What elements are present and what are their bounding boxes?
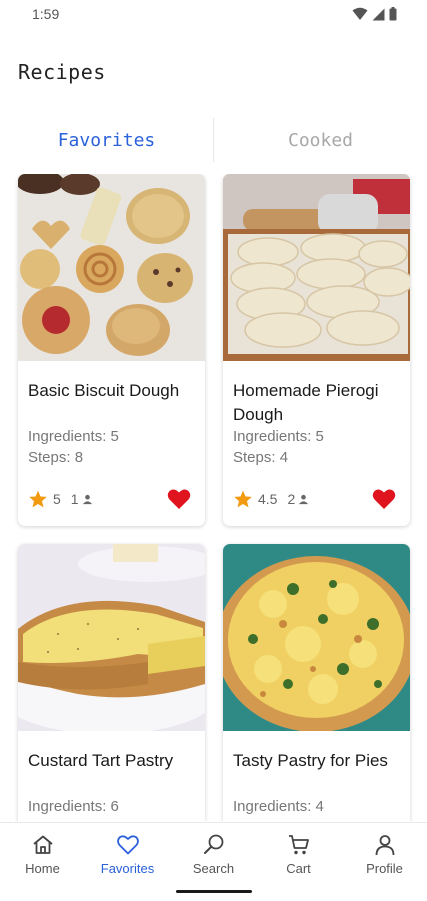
favorite-heart-button[interactable] bbox=[167, 488, 191, 510]
recipe-title: Homemade Pierogi Dough bbox=[233, 381, 379, 424]
person-icon bbox=[82, 494, 92, 504]
home-icon bbox=[32, 835, 53, 854]
tab-cooked-label: Cooked bbox=[287, 129, 354, 151]
rating-value: 5 bbox=[53, 491, 61, 507]
cooks-count: 1 bbox=[70, 491, 79, 507]
status-time: 1:59 bbox=[32, 6, 60, 22]
nav-home-label: Home bbox=[25, 861, 60, 876]
heart-icon bbox=[167, 489, 191, 509]
cooks-count: 2 bbox=[287, 491, 296, 507]
recipe-steps: Steps: 8 bbox=[28, 449, 84, 466]
recipe-ingredients: Ingredients: 5 bbox=[233, 428, 324, 445]
recipe-card[interactable]: Custard Tart Pastry Ingredients: 6 bbox=[18, 544, 205, 821]
battery-icon bbox=[389, 7, 397, 21]
recipe-grid: Basic Biscuit Dough Ingredients: 5 Steps… bbox=[0, 174, 427, 821]
recipe-ingredients: Ingredients: 6 bbox=[28, 798, 119, 815]
gesture-bar[interactable] bbox=[176, 890, 252, 893]
recipe-image-custard-tart bbox=[18, 544, 205, 731]
recipe-ingredients: Ingredients: 5 bbox=[28, 428, 119, 445]
wifi-icon bbox=[352, 7, 368, 20]
nav-favorites[interactable]: Favorites bbox=[85, 823, 170, 883]
nav-home[interactable]: Home bbox=[0, 823, 85, 883]
nav-favorites-label: Favorites bbox=[100, 861, 155, 876]
rating-value: 4.5 bbox=[258, 491, 278, 507]
recipe-card[interactable]: Basic Biscuit Dough Ingredients: 5 Steps… bbox=[18, 174, 205, 526]
recipe-ingredients: Ingredients: 4 bbox=[233, 798, 324, 815]
tab-bar: Favorites Cooked bbox=[0, 116, 427, 164]
cellular-signal-icon bbox=[372, 8, 385, 20]
heart-outline-icon bbox=[116, 835, 139, 855]
star-icon bbox=[234, 490, 252, 508]
nav-profile[interactable]: Profile bbox=[342, 823, 427, 883]
status-icons bbox=[352, 7, 397, 21]
cart-icon bbox=[288, 835, 309, 855]
nav-profile-label: Profile bbox=[366, 861, 403, 876]
tab-favorites-label: Favorites bbox=[57, 129, 156, 151]
nav-search-label: Search bbox=[192, 861, 235, 876]
favorite-heart-button[interactable] bbox=[372, 488, 396, 510]
nav-cart-label: Cart bbox=[286, 861, 311, 876]
nav-cart[interactable]: Cart bbox=[256, 823, 341, 883]
recipe-image-quiche bbox=[223, 544, 410, 731]
status-bar: 1:59 bbox=[0, 0, 427, 30]
page-title: Recipes bbox=[18, 60, 106, 84]
star-icon bbox=[29, 490, 47, 508]
heart-icon bbox=[372, 489, 396, 509]
recipe-card[interactable]: Tasty Pastry for Pies Ingredients: 4 bbox=[223, 544, 410, 821]
recipe-title: Custard Tart Pastry bbox=[28, 751, 174, 770]
tab-cooked[interactable]: Cooked bbox=[214, 116, 427, 164]
recipe-card[interactable]: Homemade Pierogi Dough Ingredients: 5 St… bbox=[223, 174, 410, 526]
recipe-steps: Steps: 4 bbox=[233, 449, 289, 466]
tab-favorites[interactable]: Favorites bbox=[0, 116, 213, 164]
nav-search[interactable]: Search bbox=[171, 823, 256, 883]
recipe-title: Basic Biscuit Dough bbox=[28, 381, 180, 400]
person-icon bbox=[299, 494, 309, 504]
recipe-image-biscuits bbox=[18, 174, 205, 361]
recipe-title: Tasty Pastry for Pies bbox=[233, 751, 388, 770]
recipe-image-pierogi bbox=[223, 174, 410, 361]
rating-row: 4.5 2 bbox=[233, 488, 309, 510]
person-icon bbox=[375, 835, 394, 856]
rating-row: 5 1 bbox=[28, 488, 93, 510]
search-icon bbox=[203, 834, 223, 854]
